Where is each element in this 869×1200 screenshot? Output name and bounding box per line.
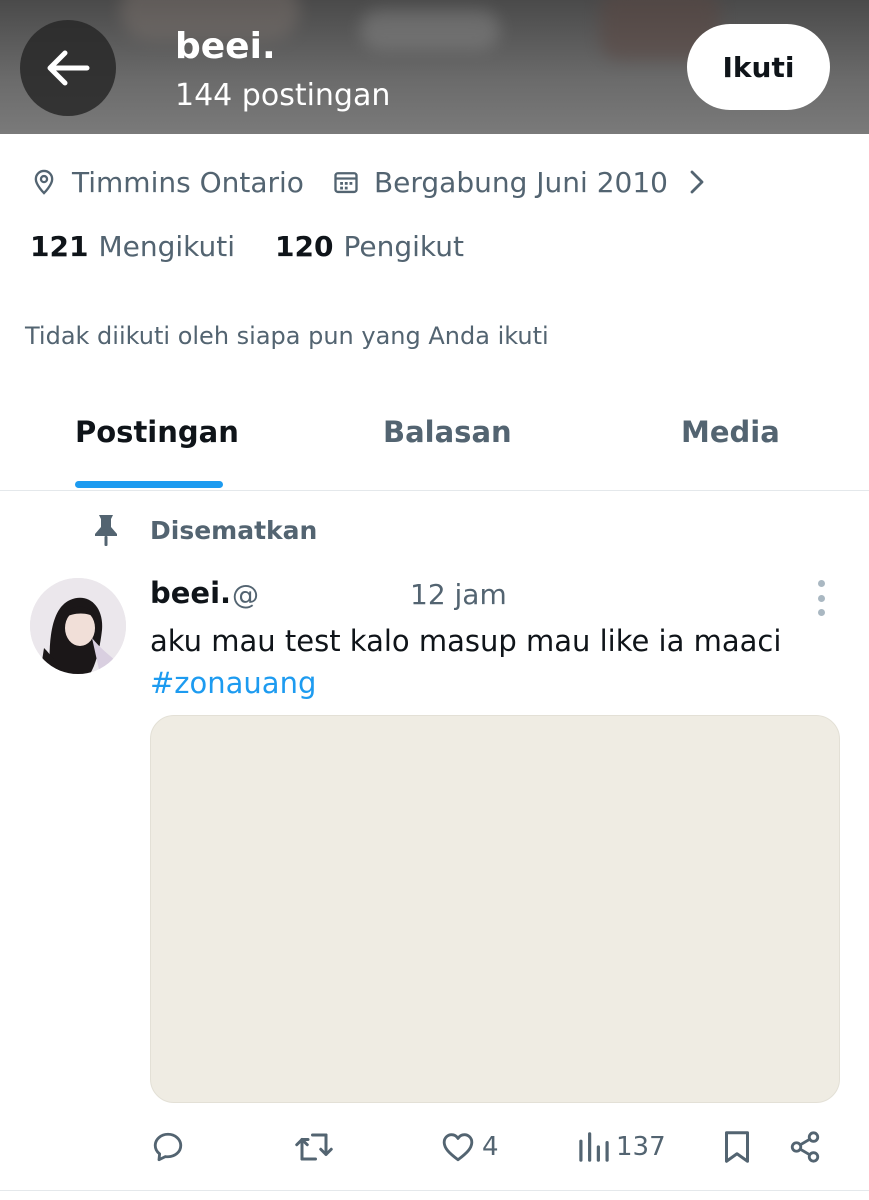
pin-icon [90, 512, 122, 548]
profile-meta-row: Timmins Ontario Bergabung Juni 2010 [30, 162, 706, 202]
reply-icon [153, 1132, 183, 1162]
following-count: 121 [30, 230, 89, 263]
bookmark-button[interactable] [722, 1122, 752, 1172]
post-body-text: aku mau test kalo masup mau like ia maac… [150, 624, 782, 658]
profile-joined-date: Bergabung Juni 2010 [373, 165, 668, 199]
banner-image-blur [360, 10, 500, 50]
post-hashtag-link[interactable]: #zonauang [150, 662, 316, 704]
pinned-indicator: Disematkan [90, 512, 317, 548]
active-tab-indicator [75, 481, 223, 488]
repost-icon [295, 1133, 333, 1161]
post-author-name[interactable]: beei. [150, 576, 231, 610]
followers-link[interactable]: 120 Pengikut [275, 230, 464, 263]
following-label: Mengikuti [98, 230, 235, 263]
share-button[interactable] [788, 1122, 822, 1172]
views-count: 137 [616, 1132, 666, 1162]
profile-tabs: Postingan Balasan Media [0, 395, 869, 491]
tab-media[interactable]: Media [681, 415, 780, 449]
like-button[interactable]: 4 [440, 1122, 499, 1172]
dot-icon [817, 609, 825, 616]
share-icon [790, 1131, 820, 1163]
avatar[interactable] [30, 578, 126, 674]
like-count: 4 [482, 1132, 499, 1162]
header-username: beei. [175, 26, 276, 67]
followed-by-text: Tidak diikuti oleh siapa pun yang Anda i… [25, 322, 549, 350]
repost-button[interactable] [294, 1122, 340, 1172]
tab-posts[interactable]: Postingan [75, 415, 239, 449]
chevron-right-icon[interactable] [688, 169, 706, 195]
post-media-image[interactable] [150, 715, 840, 1103]
followers-count: 120 [275, 230, 334, 263]
pinned-label: Disematkan [150, 515, 318, 545]
divider [0, 1190, 869, 1191]
heart-icon [442, 1133, 474, 1162]
post-timestamp[interactable]: 12 jam [410, 578, 507, 611]
avatar-photo [30, 578, 126, 674]
dot-icon [817, 580, 825, 587]
back-button[interactable] [20, 20, 116, 116]
follow-stats: 121 Mengikuti 120 Pengikut [30, 230, 504, 263]
tab-replies[interactable]: Balasan [383, 415, 512, 449]
profile-header-banner: beei. 144 postingan Ikuti [0, 0, 869, 134]
analytics-icon [579, 1132, 609, 1162]
arrow-left-icon [47, 50, 90, 86]
profile-location: Timmins Ontario [72, 165, 304, 199]
post-author-handle: @ [232, 580, 259, 611]
more-options-button[interactable] [808, 580, 834, 616]
location-pin-icon [30, 168, 58, 196]
post-action-bar: 4 137 [0, 1122, 869, 1172]
bookmark-icon [725, 1131, 749, 1163]
calendar-icon [332, 168, 360, 196]
views-button[interactable]: 137 [578, 1122, 666, 1172]
dot-icon [817, 594, 825, 602]
header-post-count: 144 postingan [175, 78, 391, 113]
followers-label: Pengikut [343, 230, 464, 263]
following-link[interactable]: 121 Mengikuti [30, 230, 235, 263]
follow-button[interactable]: Ikuti [687, 24, 830, 110]
reply-button[interactable] [150, 1122, 192, 1172]
